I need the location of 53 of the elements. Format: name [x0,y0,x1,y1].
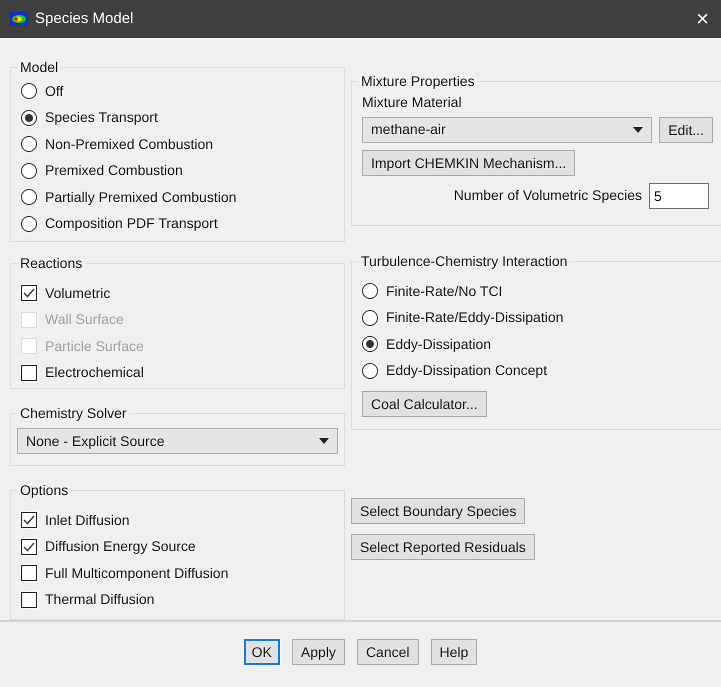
checkbox[interactable] [21,565,37,582]
coal-calculator-button[interactable]: Coal Calculator... [362,391,487,417]
field-label: Mixture Material [362,93,463,112]
radio-label: Eddy-Dissipation Concept [386,361,548,380]
radio-button[interactable] [362,336,378,352]
checkbox[interactable] [21,364,37,381]
chemistry-solver-dropdown[interactable]: None - Explicit Source [17,428,338,454]
checkbox[interactable] [21,592,37,608]
checkbox-label: Inlet Diffusion [45,510,130,530]
radio-label: Premixed Combustion [45,161,183,180]
dropdown-arrow-icon [633,126,644,132]
action-button[interactable]: Select Reported Residuals [351,534,535,560]
radio-label: Species Transport [45,108,158,128]
radio-label: Finite-Rate/No TCI [386,282,502,301]
radio-label: Non-Premixed Combustion [45,134,214,154]
radio-button[interactable] [21,162,37,179]
window-title: Species Model [35,8,134,29]
dropdown-arrow-icon [319,438,329,444]
radio-button[interactable] [21,136,37,152]
checkbox[interactable] [21,512,37,528]
mixture-material-dropdown[interactable]: methane-air [362,116,652,142]
species-count-field[interactable]: 5 [649,182,709,208]
radio-button[interactable] [362,362,378,379]
radio-label: Off [45,82,64,101]
radio-button[interactable] [21,189,37,206]
dialog-button[interactable]: Cancel [356,639,419,665]
radio-button[interactable] [21,216,37,232]
checkbox-label: Electrochemical [45,363,144,382]
checkbox-label: Diffusion Energy Source [45,537,196,556]
radio-label: Finite-Rate/Eddy-Dissipation [386,308,564,328]
dialog-button[interactable]: Help [430,639,478,665]
checkbox-label: Full Multicomponent Diffusion [45,564,228,583]
radio-button[interactable] [21,83,37,100]
checkbox-label: Particle Surface [45,336,144,356]
field-label: Number of Volumetric Species [454,186,642,205]
checkbox-label: Volumetric [45,284,110,303]
radio-label: Partially Premixed Combustion [45,188,236,207]
checkbox-label: Thermal Diffusion [45,590,154,610]
edit-button[interactable]: Edit... [659,116,713,142]
action-button[interactable]: Select Boundary Species [351,498,526,524]
dialog-button[interactable]: Apply [292,639,345,665]
checkbox-label: Wall Surface [45,310,124,330]
radio-label: Eddy-Dissipation [386,334,492,354]
radio-label: Composition PDF Transport [45,214,218,234]
dialog-button[interactable]: OK [244,639,280,665]
radio-button[interactable] [362,283,378,300]
close-button[interactable]: × [694,8,711,30]
checkbox[interactable] [21,285,37,302]
app-icon [10,12,28,26]
checkbox[interactable] [21,538,37,555]
radio-button[interactable] [21,110,37,126]
import-button[interactable]: Import CHEMKIN Mechanism... [362,150,576,176]
radio-button[interactable] [362,310,378,326]
